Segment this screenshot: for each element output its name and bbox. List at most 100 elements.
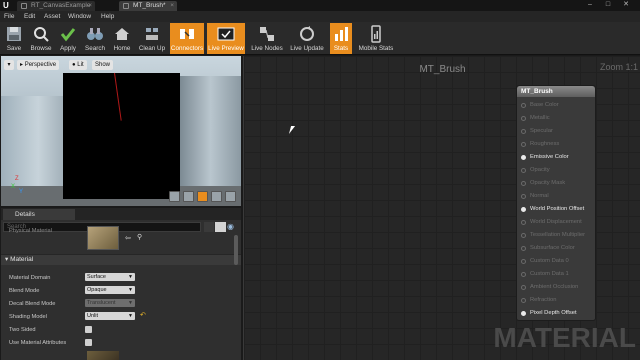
node-pin[interactable]: Custom Data 0 [521, 256, 569, 266]
browse-button[interactable]: Browse [28, 23, 54, 54]
clean-up-button[interactable]: Clean Up [137, 23, 167, 54]
mobile-stats-icon [371, 25, 381, 43]
decal-blend-mode-label: Decal Blend Mode [9, 301, 56, 307]
menu-window[interactable]: Window [68, 11, 91, 22]
home-button[interactable]: Home [110, 23, 134, 54]
node-pin[interactable]: Refraction [521, 295, 556, 305]
texture-thumbnail[interactable] [87, 226, 119, 250]
apply-button[interactable]: Apply [56, 23, 80, 54]
search-icon[interactable]: ⚲ [137, 233, 142, 241]
node-pin[interactable]: Custom Data 1 [521, 269, 569, 279]
minimize-button[interactable]: – [584, 0, 596, 10]
node-title[interactable]: MT_Brush [517, 86, 595, 97]
zoom-level: Zoom 1:1 [599, 62, 638, 72]
tab-rt-canvasexample[interactable]: RT_CanvasExample × [17, 1, 95, 11]
node-pin[interactable]: Opacity Mask [521, 178, 565, 188]
pin-connector-icon[interactable] [521, 155, 526, 160]
node-pin[interactable]: Emissive Color [521, 152, 569, 162]
mobile-stats-button[interactable]: Mobile Stats [356, 23, 396, 54]
node-pin[interactable]: Base Color [521, 100, 559, 110]
live-nodes-icon [260, 27, 274, 41]
preview-mesh-button[interactable] [225, 191, 236, 202]
tab-label: RT_CanvasExample [31, 2, 91, 9]
close-icon[interactable]: × [88, 1, 92, 11]
pin-connector-icon[interactable] [521, 168, 526, 173]
connectors-button[interactable]: Connectors [170, 23, 204, 54]
material-result-node[interactable]: MT_Brush Base Color Metallic Specular Rough… [516, 85, 596, 321]
node-pin[interactable]: Tessellation Multiplier [521, 230, 585, 240]
blend-mode-dropdown[interactable]: Opaque ▼ [85, 286, 135, 294]
live-preview-button[interactable]: Live Preview [207, 23, 245, 54]
pin-label: World Displacement [530, 219, 582, 225]
node-pin[interactable]: Pixel Depth Offset [521, 308, 577, 318]
building-left [1, 96, 63, 186]
node-pin[interactable]: Subsurface Color [521, 243, 575, 253]
pin-connector-icon[interactable] [521, 298, 526, 303]
pin-connector-icon[interactable] [521, 207, 526, 212]
material-section-header[interactable]: ▾ Material [1, 255, 241, 265]
pin-connector-icon[interactable] [521, 129, 526, 134]
menu-help[interactable]: Help [101, 11, 114, 22]
preview-plane-button[interactable] [197, 191, 208, 202]
node-pin[interactable]: World Position Offset [521, 204, 584, 214]
node-pin[interactable]: Opacity [521, 165, 550, 175]
stats-button[interactable]: Stats [330, 23, 352, 54]
pin-label: Tessellation Multiplier [530, 232, 586, 238]
live-update-button[interactable]: Live Update [288, 23, 326, 54]
eye-icon[interactable]: ◉ [227, 223, 239, 231]
viewport-menu-button[interactable]: ▾ [4, 60, 14, 70]
material-domain-dropdown[interactable]: Surface ▼ [85, 273, 135, 281]
decal-blend-mode-dropdown: Translucent ▼ [85, 299, 135, 307]
pin-connector-icon[interactable] [521, 272, 526, 277]
node-pin[interactable]: Metallic [521, 113, 550, 123]
node-pin[interactable]: World Displacement [521, 217, 582, 227]
lit-button[interactable]: ● Lit [69, 60, 87, 70]
pin-connector-icon[interactable] [521, 233, 526, 238]
tab-mt-brush[interactable]: MT_Brush* × [119, 1, 177, 11]
pin-connector-icon[interactable] [521, 246, 526, 251]
preview-cylinder-button[interactable] [169, 191, 180, 202]
search-button[interactable]: Search [83, 23, 107, 54]
node-pin[interactable]: Roughness [521, 139, 559, 149]
perspective-button[interactable]: ▸ Perspective [17, 60, 60, 70]
two-sided-checkbox[interactable] [85, 326, 92, 333]
details-scrollbar[interactable] [234, 235, 238, 265]
collapse-arrow-icon: ▾ [5, 256, 9, 263]
menu-asset[interactable]: Asset [44, 11, 60, 22]
pin-connector-icon[interactable] [521, 116, 526, 121]
menu-file[interactable]: File [4, 11, 14, 22]
tab-details[interactable]: Details [3, 209, 75, 220]
close-window-button[interactable]: ✕ [620, 0, 632, 10]
chevron-down-icon: ▼ [128, 300, 133, 306]
magnifier-icon[interactable] [204, 222, 214, 232]
show-button[interactable]: Show [92, 60, 114, 70]
preview-sphere-button[interactable] [183, 191, 194, 202]
preview-viewport[interactable]: ▾ ▸ Perspective ● Lit Show Z X Y [1, 56, 241, 206]
node-pin[interactable]: Specular [521, 126, 553, 136]
arrow-left-icon[interactable]: ⇦ [125, 234, 131, 242]
pin-connector-icon[interactable] [521, 181, 526, 186]
pin-connector-icon[interactable] [521, 142, 526, 147]
pin-connector-icon[interactable] [521, 194, 526, 199]
pin-connector-icon[interactable] [521, 311, 526, 316]
shading-model-dropdown[interactable]: Unlit ▼ [85, 312, 135, 320]
node-pin[interactable]: Ambient Occlusion [521, 282, 578, 292]
pin-connector-icon[interactable] [521, 259, 526, 264]
preview-cube-button[interactable] [211, 191, 222, 202]
save-button[interactable]: Save [2, 23, 26, 54]
property-matrix-icon[interactable] [215, 222, 226, 232]
pin-connector-icon[interactable] [521, 103, 526, 108]
node-pin[interactable]: Normal [521, 191, 549, 201]
close-icon[interactable]: × [170, 1, 174, 11]
pin-label: Refraction [530, 297, 557, 303]
live-nodes-button[interactable]: Live Nodes [249, 23, 285, 54]
pin-label: Custom Data 1 [530, 271, 569, 277]
reset-to-default-icon[interactable]: ↶ [140, 311, 146, 319]
pin-connector-icon[interactable] [521, 285, 526, 290]
use-material-attributes-checkbox[interactable] [85, 339, 92, 346]
blend-mode-label: Blend Mode [9, 288, 40, 294]
pin-connector-icon[interactable] [521, 220, 526, 225]
menu-edit[interactable]: Edit [24, 11, 35, 22]
maximize-button[interactable]: □ [602, 0, 614, 10]
material-graph[interactable]: MT_Brush Zoom 1:1 MATERIAL MT_Brush Base… [243, 56, 640, 360]
